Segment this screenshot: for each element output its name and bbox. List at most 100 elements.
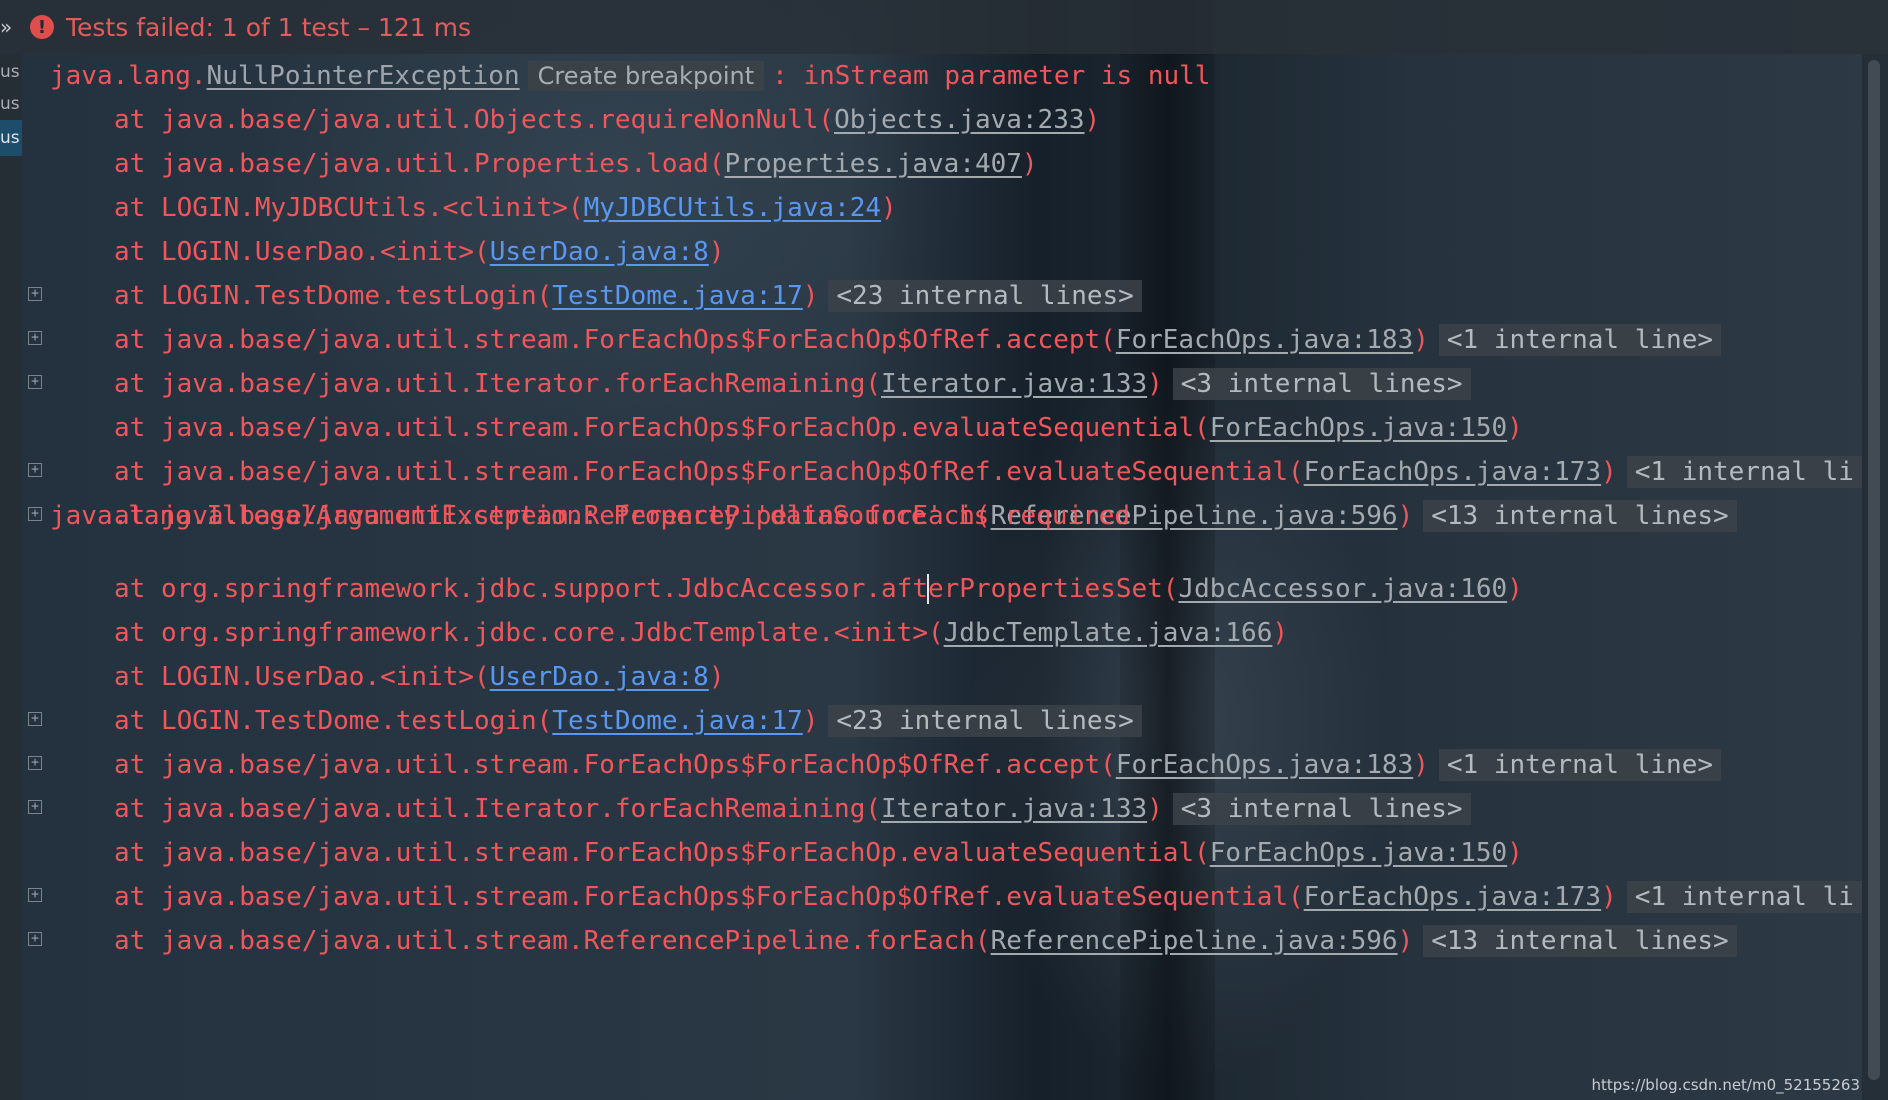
stack-frame-end: ) [1601,882,1617,912]
stack-frame-line: + at java.base/java.util.Iterator.forEach… [22,362,1862,406]
stack-frame-line: + at java.base/java.util.stream.ForEachOp… [22,743,1862,787]
stack-frame-text: at LOGIN.MyJDBCUtils.<clinit>( [114,193,584,223]
stack-frame-end: ) [1021,149,1038,179]
sidebar-item[interactable]: us [0,86,22,122]
source-link[interactable]: Iterator.java:133 [881,369,1147,399]
exception-line: java.lang.NullPointerException Create bre… [22,54,1862,98]
expand-fold-icon[interactable]: + [28,712,42,726]
source-link[interactable]: Iterator.java:133 [881,794,1147,824]
stack-frame-text: at java.base/java.util.stream.ForEachOps… [114,457,1304,487]
stack-frame-end: ) [881,193,897,223]
source-link[interactable]: JdbcTemplate.java:166 [944,618,1273,648]
source-link[interactable]: MyJDBCUtils.java:24 [584,193,881,223]
stack-frame-text: at java.base/java.util.Iterator.forEachR… [114,794,882,824]
test-tree-sidebar: us us us [0,54,22,1100]
expand-fold-icon[interactable]: + [28,888,42,902]
error-icon: ! [30,15,54,39]
internal-lines-chip[interactable]: <23 internal lines> [828,280,1142,312]
stack-frame-text: at LOGIN.TestDome.testLogin( [114,281,553,311]
stack-frame-line: at java.base/java.util.Properties.load(P… [22,142,1862,186]
exception-class-link[interactable]: NullPointerException [207,61,520,91]
console-output[interactable]: java.lang.NullPointerException Create bre… [22,54,1862,1100]
vertical-scrollbar[interactable] [1862,54,1888,1100]
watermark: https://blog.csdn.net/m0_52155263 [1591,1076,1860,1094]
stack-frame-line: at org.springframework.jdbc.core.JdbcTem… [22,611,1862,655]
expand-chevron-icon[interactable]: » [0,15,18,39]
stack-frame-text: at java.base/java.util.stream.ForEachOps… [114,882,1304,912]
internal-lines-chip[interactable]: <1 internal line> [1438,749,1721,781]
stack-frame-line: + at java.base/java.util.stream.ForEachOp… [22,450,1862,494]
stack-frame-end: ) [1147,369,1163,399]
stack-frame-text: at java.base/java.util.Properties.load( [114,149,725,179]
source-link[interactable]: Objects.java:233 [834,105,1084,135]
test-status-bar: » ! Tests failed: 1 of 1 test – 121 ms [0,0,1888,54]
stack-frame-end: ) [1601,457,1617,487]
source-link[interactable]: ForEachOps.java:183 [1116,325,1413,355]
stack-frame-end: ) [1507,573,1523,604]
stack-frame-text: at org.springframework.jdbc.core.JdbcTem… [114,618,944,648]
stack-frame-text: at org.springframework.jdbc.support.Jdbc… [114,573,928,604]
expand-fold-icon[interactable]: + [28,463,42,477]
source-link[interactable]: TestDome.java:17 [552,706,802,736]
stack-frame-line: + at LOGIN.TestDome.testLogin(TestDome.ja… [22,274,1862,318]
stack-frame-line: + at java.base/java.util.stream.Reference… [22,919,1862,963]
create-breakpoint-button[interactable]: Create breakpoint [527,61,765,91]
source-link[interactable]: Properties.java:407 [724,149,1021,179]
stack-frame-text: at java.base/java.util.stream.ForEachOps… [114,413,1210,443]
stack-frame-line: at LOGIN.MyJDBCUtils.<clinit>(MyJDBCUtil… [22,186,1862,230]
source-link[interactable]: ForEachOps.java:150 [1210,413,1507,443]
stack-frame-end: ) [708,237,725,267]
stack-frame-end: ) [1084,105,1101,135]
stack-frame-text: at java.base/java.util.Objects.requireNo… [114,105,835,135]
sidebar-item[interactable]: us [0,54,22,90]
stack-frame-end: ) [1507,838,1523,868]
stack-frame-line: + at LOGIN.TestDome.testLogin(TestDome.ja… [22,699,1862,743]
stack-frame-line: + at java.base/java.util.stream.ForEachOp… [22,875,1862,919]
stack-frame-end: ) [802,706,819,736]
stack-frame-line: at org.springframework.jdbc.support.Jdbc… [22,567,1862,611]
stack-frame-text: at LOGIN.UserDao.<init>( [114,662,490,692]
source-link[interactable]: ForEachOps.java:173 [1304,457,1601,487]
exception-line: java.lang.IllegalArgumentException: Prop… [22,494,1862,538]
source-link[interactable]: ForEachOps.java:150 [1210,838,1507,868]
stack-frame-text: at java.base/java.util.stream.ForEachOps… [114,750,1116,780]
internal-lines-chip[interactable]: <23 internal lines> [828,705,1142,737]
stack-frame-line: + at java.base/java.util.Iterator.forEach… [22,787,1862,831]
expand-fold-icon[interactable]: + [28,375,42,389]
source-link[interactable]: UserDao.java:8 [490,662,709,692]
expand-fold-icon[interactable]: + [28,932,42,946]
source-link[interactable]: JdbcAccessor.java:160 [1178,574,1507,604]
source-link[interactable]: ForEachOps.java:183 [1116,750,1413,780]
stack-frame-text: at java.base/java.util.stream.ForEachOps… [114,838,1210,868]
source-link[interactable]: ReferencePipeline.java:596 [991,926,1398,956]
stack-frame-end: ) [1507,413,1523,443]
internal-lines-chip[interactable]: <1 internal li [1626,881,1862,913]
stack-frame-text: at java.base/java.util.stream.ReferenceP… [114,926,991,956]
exception-message: java.lang.IllegalArgumentException: Prop… [50,501,1131,531]
exception-package: java.lang. [50,61,207,91]
exception-message: : inStream parameter is null [772,61,1211,91]
source-link[interactable]: UserDao.java:8 [490,237,709,267]
stack-frame-line: at java.base/java.util.stream.ForEachOps… [22,406,1862,450]
internal-lines-chip[interactable]: <13 internal lines> [1423,925,1737,957]
expand-fold-icon[interactable]: + [28,756,42,770]
stack-frame-line: + at java.base/java.util.stream.ForEachOp… [22,318,1862,362]
sidebar-item-selected[interactable]: us [0,120,22,156]
source-link[interactable]: ForEachOps.java:173 [1304,882,1601,912]
stack-frame-end: ) [1147,794,1163,824]
internal-lines-chip[interactable]: <1 internal li [1626,456,1862,488]
stack-frame-end: ) [1397,926,1414,956]
internal-lines-chip[interactable]: <3 internal lines> [1172,368,1471,400]
stack-frame-text: at java.base/java.util.Iterator.forEachR… [114,369,882,399]
stack-frame-text: at LOGIN.UserDao.<init>( [114,237,490,267]
expand-fold-icon[interactable]: + [28,331,42,345]
source-link[interactable]: TestDome.java:17 [552,281,802,311]
internal-lines-chip[interactable]: <3 internal lines> [1172,793,1471,825]
test-status-text: Tests failed: 1 of 1 test – 121 ms [66,12,472,42]
internal-lines-chip[interactable]: <1 internal line> [1438,324,1721,356]
expand-fold-icon[interactable]: + [28,287,42,301]
expand-fold-icon[interactable]: + [28,800,42,814]
stack-frame-end: ) [708,662,725,692]
stack-frame-text: erPropertiesSet( [927,573,1179,604]
scrollbar-thumb[interactable] [1868,60,1880,1080]
